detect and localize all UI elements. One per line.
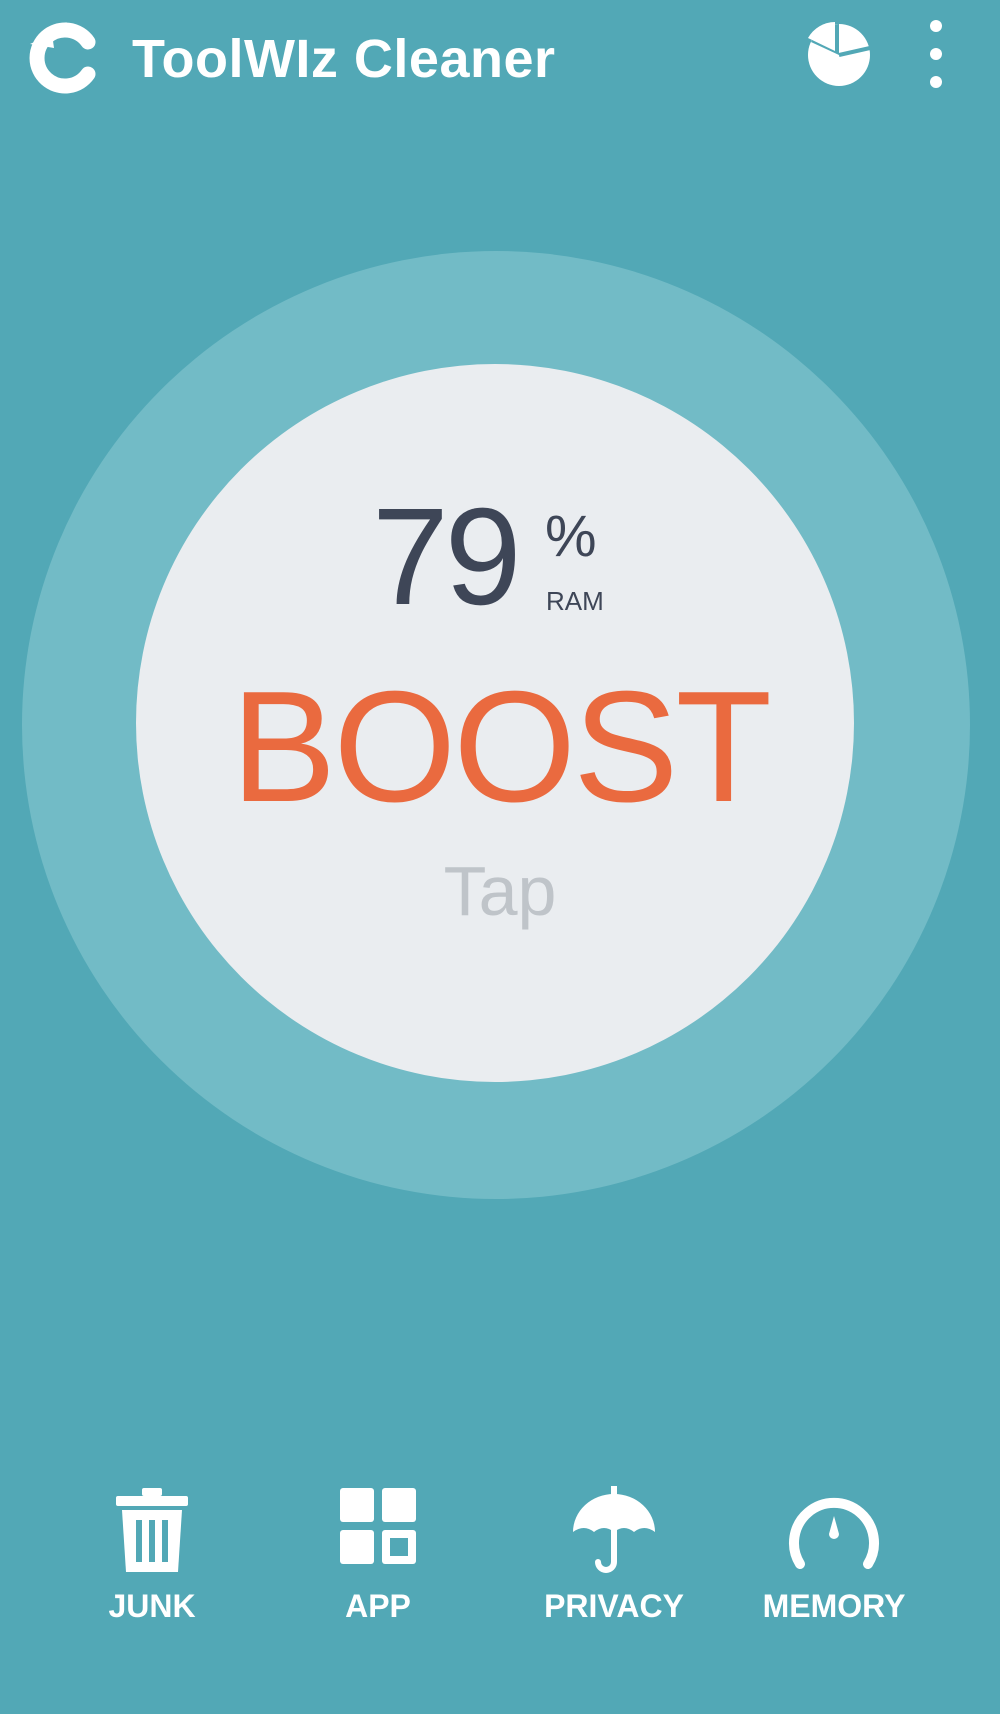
nav-item-app[interactable]: APP — [278, 1470, 478, 1640]
nav-item-junk[interactable]: JUNK — [52, 1470, 252, 1640]
nav-item-privacy[interactable]: PRIVACY — [514, 1470, 714, 1640]
gauge-icon — [789, 1498, 879, 1569]
app-grid-icon — [340, 1488, 416, 1564]
boost-label: BOOST — [230, 659, 772, 835]
tap-hint: Tap — [443, 852, 557, 930]
nav-label-junk: JUNK — [108, 1588, 196, 1624]
app-title: ToolWIz Cleaner — [132, 29, 556, 89]
nav-item-memory[interactable]: MEMORY — [734, 1470, 934, 1640]
ram-percent-value: 79 — [372, 480, 521, 634]
more-vertical-icon[interactable] — [916, 18, 956, 94]
nav-label-privacy: PRIVACY — [544, 1588, 684, 1624]
ram-label: RAM — [546, 586, 604, 616]
nav-label-app: APP — [345, 1588, 411, 1624]
ram-percent-sign: % — [545, 504, 597, 569]
toolwiz-logo-icon — [26, 18, 104, 96]
nav-label-memory: MEMORY — [762, 1588, 906, 1624]
app-bar: ToolWIz Cleaner — [0, 0, 1000, 120]
pie-chart-icon[interactable] — [804, 18, 874, 88]
umbrella-icon — [573, 1486, 655, 1573]
bottom-nav: JUNK APP PRIVACY MEMORY — [0, 1470, 1000, 1640]
trash-icon — [116, 1488, 188, 1572]
